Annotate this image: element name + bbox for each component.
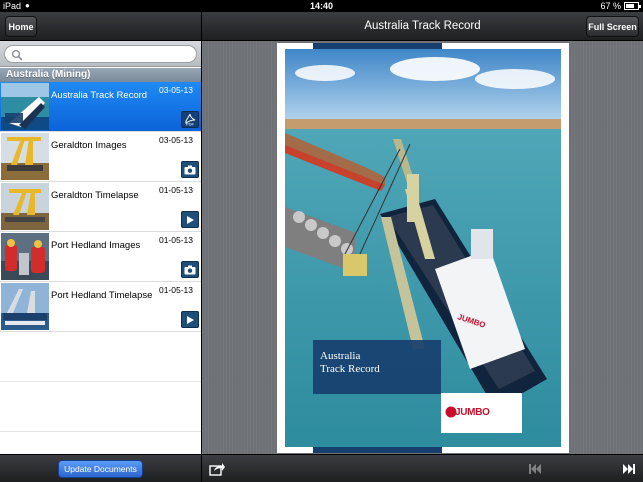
cover-title-line2: Track Record (320, 363, 380, 375)
viewer-title: Australia Track Record (364, 20, 481, 32)
document-thumbnail (1, 183, 49, 230)
document-viewer-pane: Australia Track Record Full Screen JUMBO… (202, 12, 643, 482)
brand-name: JUMBO (455, 407, 490, 418)
full-screen-button[interactable]: Full Screen (586, 16, 639, 37)
document-row-port-hedland-timelapse[interactable]: Port Hedland Timelapse 01-05-13 (0, 282, 201, 332)
section-header: Australia (Mining) (0, 68, 201, 82)
viewer-toolbar (202, 454, 643, 482)
empty-row (0, 332, 201, 382)
search-field[interactable] (4, 45, 197, 63)
clock: 14:40 (309, 1, 334, 11)
brand-logo: JUMBO (441, 393, 522, 433)
search-bar (0, 41, 201, 67)
document-thumbnail (1, 233, 49, 280)
play-icon[interactable] (181, 311, 199, 328)
document-title: Port Hedland Images (51, 240, 141, 251)
pdf-icon[interactable]: PDF (181, 111, 199, 128)
document-row-geraldton-images[interactable]: Geraldton Images 03-05-13 (0, 132, 201, 182)
document-row-geraldton-timelapse[interactable]: Geraldton Timelapse 01-05-13 (0, 182, 201, 232)
document-thumbnail (1, 283, 49, 330)
last-page-icon[interactable] (621, 461, 637, 477)
left-toolbar: Update Documents (0, 454, 201, 482)
document-date: 03-05-13 (158, 135, 193, 145)
svg-text:PDF: PDF (186, 122, 195, 127)
document-row-australia-track-record[interactable]: Australia Track Record 03-05-13 PDF (0, 82, 201, 132)
document-title: Port Hedland Timelapse (51, 290, 153, 301)
left-navbar: Home (0, 12, 201, 41)
document-title: Australia Track Record (51, 90, 148, 101)
status-bar: iPad ● 14:40 67 % (0, 0, 643, 12)
battery-icon (624, 2, 641, 10)
document-thumbnail (1, 133, 49, 180)
document-title: Geraldton Images (51, 140, 127, 151)
document-date: 03-05-13 (158, 85, 193, 95)
document-row-port-hedland-images[interactable]: Port Hedland Images 01-05-13 (0, 232, 201, 282)
document-date: 01-05-13 (158, 185, 193, 195)
document-title: Geraldton Timelapse (51, 190, 139, 201)
cover-bottom-bar (313, 447, 442, 453)
document-list: Australia Track Record 03-05-13 PDF Gera… (0, 82, 201, 432)
home-button[interactable]: Home (5, 16, 37, 37)
search-input[interactable] (25, 47, 190, 61)
camera-icon[interactable] (181, 161, 199, 178)
document-date: 01-05-13 (158, 285, 193, 295)
document-list-pane: Home Australia (Mining) Australia Track … (0, 12, 201, 482)
first-page-icon[interactable] (527, 461, 543, 477)
right-navbar: Australia Track Record Full Screen (202, 12, 643, 41)
document-page[interactable]: JUMBO Australia Track Record JUMBO (277, 43, 569, 453)
document-thumbnail (1, 83, 49, 130)
empty-row (0, 382, 201, 432)
camera-icon[interactable] (181, 261, 199, 278)
search-icon (11, 49, 23, 61)
cover-title: Australia Track Record (313, 340, 441, 394)
document-date: 01-05-13 (158, 235, 193, 245)
update-documents-button[interactable]: Update Documents (58, 460, 143, 478)
share-icon[interactable] (209, 461, 225, 477)
play-icon[interactable] (181, 211, 199, 228)
cover-title-line1: Australia (320, 350, 361, 362)
battery-percentage: 67 % (600, 1, 621, 11)
